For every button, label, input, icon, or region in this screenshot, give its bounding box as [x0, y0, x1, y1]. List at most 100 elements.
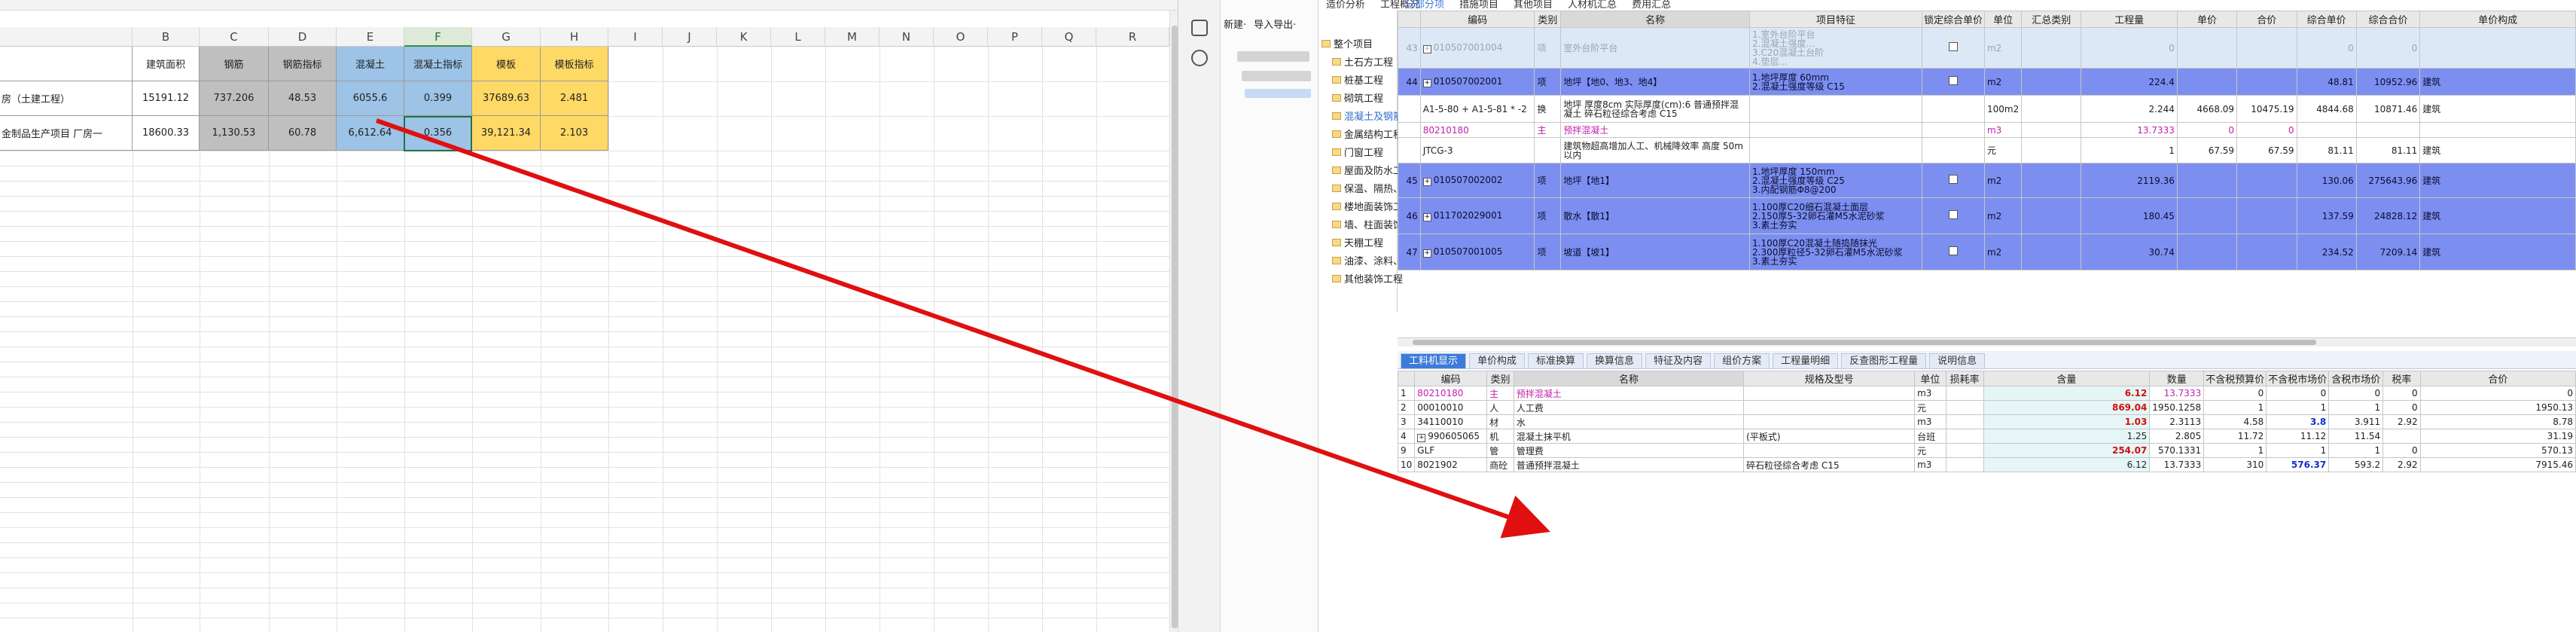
lock-price-checkbox[interactable]	[1948, 210, 1958, 219]
cell-ctotal[interactable]: 275643.96	[2355, 163, 2421, 198]
cell-cat[interactable]: 机	[1486, 429, 1514, 444]
material-row[interactable]: 2 00010010 人 人工费 元 869.04 1950.1258 1 1 1 0 1950.13	[1397, 400, 2576, 415]
column-header[interactable]: 项目特征	[1749, 11, 1922, 28]
header-cell[interactable]: 钢筋指标	[269, 47, 337, 81]
cell-spec[interactable]	[1743, 414, 1916, 429]
cell-unit[interactable]: 100m2	[1983, 95, 2023, 123]
cell-ctotal[interactable]: 81.11	[2355, 137, 2421, 163]
cell-uprice[interactable]: 67.59	[2176, 137, 2238, 163]
material-row[interactable]: 10 8021902 商砼 普通预拌混凝土 碎石粒径综合考虑 C15 m3 6.12 13.7…	[1397, 457, 2576, 472]
value-cell[interactable]: 6055.6	[337, 81, 404, 116]
header-cell[interactable]: 模板指标	[541, 47, 608, 81]
column-header-l[interactable]: L	[771, 27, 825, 47]
tab-measures[interactable]: 措施项目	[1452, 0, 1506, 11]
column-header-f[interactable]: F	[404, 27, 472, 47]
cell-total[interactable]: 10475.19	[2236, 95, 2297, 123]
cell-name[interactable]: 室外台阶平台	[1560, 27, 1751, 69]
cell-spec[interactable]	[1743, 400, 1916, 415]
value-cell[interactable]: 60.78	[269, 116, 337, 151]
cell-tax[interactable]: 0	[2382, 443, 2421, 458]
column-header-g[interactable]: G	[472, 27, 541, 47]
cell-loss[interactable]	[1945, 457, 1984, 472]
cell-cat[interactable]: 商砼	[1486, 457, 1514, 472]
expand-icon[interactable]: +	[1422, 45, 1431, 53]
material-row[interactable]: 1 80210180 主 预拌混凝土 m3 6.12 13.7333 0 0 0 0 0	[1397, 386, 2576, 401]
value-cell[interactable]: 1,130.53	[200, 116, 269, 151]
cell-unit[interactable]: m2	[1983, 163, 2023, 198]
settings-icon[interactable]	[1191, 50, 1208, 66]
cell-lock[interactable]	[1921, 137, 1985, 163]
cell-uprice[interactable]: 0	[2176, 122, 2238, 138]
cell-no[interactable]: 45	[1398, 163, 1421, 198]
horizontal-scrollbar[interactable]	[1398, 337, 2576, 347]
cell-comp[interactable]	[2419, 27, 2576, 69]
sync-icon[interactable]	[1191, 20, 1208, 36]
detail-tab[interactable]: 特征及内容	[1645, 353, 1712, 368]
cell-no[interactable]: 9	[1397, 443, 1416, 458]
tab-cost-analysis[interactable]: 造价分析	[1318, 0, 1373, 11]
cell-comp[interactable]: 建筑	[2419, 68, 2576, 96]
cell-qty[interactable]: 2.3113	[2149, 414, 2205, 429]
column-header-a[interactable]	[0, 27, 133, 47]
cell-qty[interactable]: 13.7333	[2081, 122, 2178, 138]
cell-code[interactable]: +010507002001	[1419, 68, 1535, 96]
cell-spec[interactable]: (平板式)	[1743, 429, 1916, 444]
cell-p1[interactable]: 0	[2203, 386, 2267, 401]
detail-tab[interactable]: 工料机显示	[1401, 353, 1467, 368]
cell-comp[interactable]: 建筑	[2419, 137, 2576, 163]
cell-loss[interactable]	[1945, 443, 1984, 458]
cell-lock[interactable]	[1921, 122, 1985, 138]
tree-item[interactable]: 其他装饰工程	[1332, 271, 1403, 285]
column-header[interactable]	[1397, 371, 1416, 386]
value-cell[interactable]: 0.399	[404, 81, 472, 116]
cell-no[interactable]	[1398, 95, 1421, 123]
cell-cprice[interactable]	[2296, 122, 2357, 138]
detail-tab[interactable]: 单价构成	[1469, 353, 1526, 368]
cell-loss[interactable]	[1945, 400, 1984, 415]
division-row[interactable]: JTCG-3 建筑物超高增加人工、机械降效率 高度 50m以内 元 1 67.59 67.…	[1398, 137, 2576, 163]
cell-code[interactable]: GLF	[1414, 443, 1488, 458]
cell-loss[interactable]	[1945, 429, 1984, 444]
cell-tax[interactable]: 0	[2382, 400, 2421, 415]
column-header-d[interactable]: D	[269, 27, 337, 47]
cell-qty[interactable]: 13.7333	[2149, 457, 2205, 472]
column-header[interactable]: 汇总类别	[2021, 11, 2082, 28]
value-cell[interactable]: 2.103	[541, 116, 608, 151]
cell-sum[interactable]: 7915.46	[2419, 457, 2576, 472]
column-header-c[interactable]: C	[200, 27, 269, 47]
cell-content[interactable]: 254.07	[1983, 443, 2151, 458]
cell-code[interactable]: +011702029001	[1419, 197, 1535, 234]
cell-unit[interactable]: m3	[1914, 457, 1946, 472]
cell-sum[interactable]: 31.19	[2419, 429, 2576, 444]
column-header[interactable]: 数量	[2149, 371, 2205, 386]
cell-unit[interactable]: 台班	[1914, 429, 1946, 444]
cell-code[interactable]: +010507002002	[1419, 163, 1535, 198]
cell-name[interactable]: 管理费	[1513, 443, 1745, 458]
cell-qty[interactable]: 570.1331	[2149, 443, 2205, 458]
cell-no[interactable]: 46	[1398, 197, 1421, 234]
lock-price-checkbox[interactable]	[1948, 42, 1958, 51]
detail-tab[interactable]: 说明信息	[1929, 353, 1986, 368]
cell-unit[interactable]: m2	[1983, 197, 2023, 234]
cell-cat[interactable]: 项	[1534, 163, 1562, 198]
cell-feature[interactable]: 1.室外台阶平台 2.混凝土强度... 3.C20混凝土台阶 4.垫层...	[1749, 27, 1922, 69]
detail-tab[interactable]: 换算信息	[1587, 353, 1643, 368]
cell-cat[interactable]: 材	[1486, 414, 1514, 429]
cell-spec[interactable]	[1743, 386, 1916, 401]
column-header[interactable]: 含税市场价	[2328, 371, 2384, 386]
tab-fee-summary[interactable]: 费用汇总	[1624, 0, 1678, 11]
cell-ctotal[interactable]	[2355, 122, 2421, 138]
division-row[interactable]: 44 +010507002001 项地坪【地0、地3、地4】 1.地坪厚度 60mm …	[1398, 68, 2576, 96]
new-button[interactable]: 新建·	[1224, 17, 1246, 31]
cell-ctotal[interactable]: 10871.46	[2355, 95, 2421, 123]
detail-tab[interactable]: 工程量明细	[1773, 353, 1839, 368]
cell-cat[interactable]: 项	[1534, 197, 1562, 234]
cell-qty[interactable]: 30.74	[2081, 234, 2178, 270]
tree-item[interactable]: 天棚工程	[1332, 235, 1383, 249]
cell-sum[interactable]: 8.78	[2419, 414, 2576, 429]
cell-cat[interactable]: 项	[1534, 68, 1562, 96]
cell-code[interactable]: +010507001005	[1419, 234, 1535, 270]
cell-lock[interactable]	[1921, 27, 1985, 69]
cell-spec[interactable]: 碎石粒径综合考虑 C15	[1743, 457, 1916, 472]
tree-item[interactable]: 砌筑工程	[1332, 90, 1383, 105]
